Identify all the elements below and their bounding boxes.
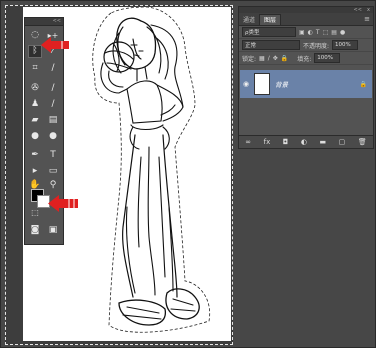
screen-mode-icon[interactable]: ▣ [46, 224, 60, 237]
spot-heal-icon[interactable]: ✇ [28, 82, 42, 95]
crop-tool-icon[interactable]: ⌗ [28, 62, 42, 75]
blend-row: 正常 不透明度: 100% [239, 39, 373, 52]
opacity-input[interactable]: 100% [332, 40, 359, 50]
filter-shape-icon[interactable]: ⬚ [323, 29, 329, 36]
layer-thumbnail [254, 73, 270, 95]
lasso-tool-icon[interactable]: ᛒ [28, 45, 42, 58]
layer-kind-filter[interactable]: ρ类型 [242, 27, 296, 37]
marquee-tool-icon[interactable]: ◌ [28, 29, 42, 42]
new-group-icon[interactable]: ▬ [320, 138, 327, 146]
clone-stamp-icon[interactable]: ♟ [28, 98, 42, 111]
lock-paint-icon[interactable]: ∕ [268, 55, 270, 62]
eraser-icon[interactable]: ▰ [28, 114, 42, 127]
tab-layers[interactable]: 图层 [259, 14, 282, 25]
layers-panel: << x 通道 图层 ≡ ρ类型 ▣ ◐ T ⬚ ▤ ● 正常 不透明度: 10… [238, 6, 374, 149]
path-select-icon[interactable]: ▸ [28, 165, 42, 178]
opacity-label: 不透明度: [303, 42, 330, 50]
lock-label: 锁定: [242, 55, 257, 63]
quick-mask-icon[interactable]: ◙ [28, 224, 42, 237]
lock-position-icon[interactable]: ✥ [273, 55, 278, 62]
new-layer-icon[interactable]: ▢ [339, 138, 346, 146]
filter-row: ρ类型 ▣ ◐ T ⬚ ▤ ● [239, 26, 373, 39]
blur-tool-icon[interactable]: ● [28, 130, 42, 143]
layers-panel-footer: ∞ fx ◘ ◐ ▬ ▢ 🗑 [239, 135, 373, 148]
filter-pixel-icon[interactable]: ▣ [299, 29, 305, 36]
panel-tabs: 通道 图层 ≡ [239, 13, 373, 26]
blend-mode-select[interactable]: 正常 [242, 40, 300, 50]
dodge-tool-icon[interactable]: ● [46, 130, 60, 143]
pen-tool-icon[interactable]: ✒ [28, 149, 42, 162]
tools-panel-header[interactable]: << [25, 18, 63, 26]
gradient-tool-icon[interactable]: ▤ [46, 114, 60, 127]
red-arrow-annotation-lasso [41, 37, 69, 53]
layer-style-icon[interactable]: fx [264, 138, 271, 146]
default-colors-icon[interactable]: ⬚ [28, 206, 42, 219]
filter-smart-icon[interactable]: ▤ [331, 29, 337, 36]
type-tool-icon[interactable]: T [46, 149, 60, 162]
filter-toggle-icon[interactable]: ● [340, 29, 345, 36]
app-window: << ◌ ▸+ ᛒ ⁄ ⌗ ∕ ✇ ∕ ♟ ∕ ▰ ▤ ● ● ✒ T ▸ ▭ … [0, 0, 376, 348]
adjustment-layer-icon[interactable]: ◐ [301, 138, 307, 146]
collapse-icon[interactable]: << [53, 19, 61, 24]
add-mask-icon[interactable]: ◘ [283, 138, 289, 146]
lock-pixels-icon[interactable]: ▦ [259, 55, 265, 62]
collapse-icon[interactable]: << [354, 7, 362, 13]
filter-adjust-icon[interactable]: ◐ [308, 29, 313, 36]
fill-input[interactable]: 100% [314, 53, 341, 63]
lock-all-icon[interactable]: 🔒 [281, 55, 288, 62]
lock-row: 锁定: ▦ ∕ ✥ 🔒 填充: 100% [239, 52, 373, 65]
layer-name[interactable]: 背景 [275, 79, 360, 89]
fill-label: 填充: [297, 55, 312, 63]
link-layers-icon[interactable]: ∞ [245, 138, 251, 146]
shape-tool-icon[interactable]: ▭ [46, 165, 60, 178]
visibility-eye-icon[interactable]: ◉ [240, 80, 252, 88]
layer-row-background[interactable]: ◉ 背景 🔒 [240, 70, 372, 98]
panel-menu-icon[interactable]: ≡ [364, 15, 370, 23]
red-arrow-annotation-colors [48, 195, 78, 212]
history-brush-icon[interactable]: ∕ [46, 98, 60, 111]
layer-lock-icon: 🔒 [359, 80, 367, 88]
delete-layer-icon[interactable]: 🗑 [358, 138, 367, 146]
close-icon[interactable]: x [367, 7, 370, 13]
eyedropper-icon[interactable]: ∕ [46, 62, 60, 75]
tab-channels[interactable]: 通道 [239, 15, 259, 25]
zoom-tool-icon[interactable]: ⚲ [46, 179, 60, 192]
brush-tool-icon[interactable]: ∕ [46, 82, 60, 95]
filter-type-icon[interactable]: T [316, 29, 320, 36]
